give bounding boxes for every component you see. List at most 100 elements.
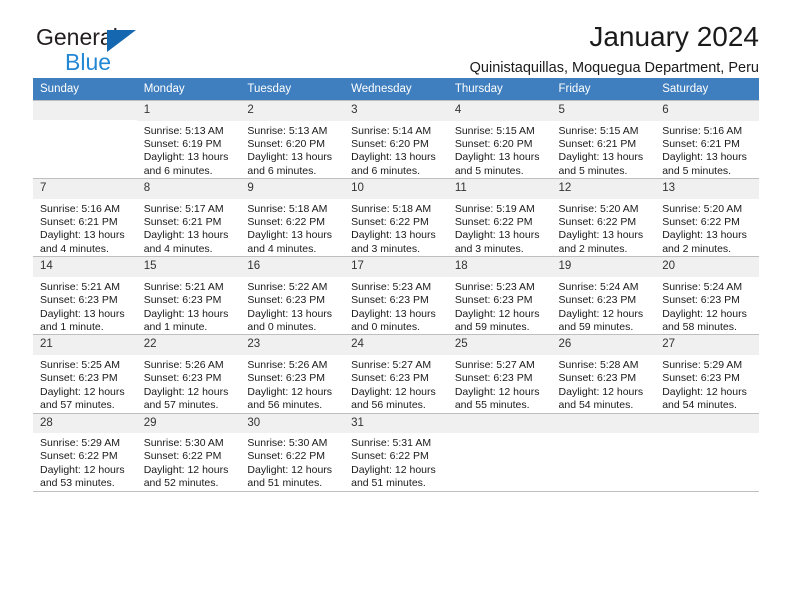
day-sun-info: Sunrise: 5:29 AM Sunset: 6:23 PM Daylight:…: [655, 355, 759, 413]
calendar-day-cell-inner: 11 Sunrise: 5:19 AM Sunset: 6:22 PM Dayligh…: [447, 179, 552, 256]
day-number: 19: [551, 257, 656, 277]
day-number: [447, 413, 552, 433]
calendar-day-cell-inner: 18 Sunrise: 5:23 AM Sunset: 6:23 PM Dayligh…: [447, 257, 552, 335]
calendar-day-cell[interactable]: 10 Sunrise: 5:18 AM Sunset: 6:22 PM Dayligh…: [344, 178, 448, 258]
sunrise-text: Sunrise: 5:29 AM: [662, 358, 743, 371]
calendar-day-cell[interactable]: 18 Sunrise: 5:23 AM Sunset: 6:23 PM Dayligh…: [447, 256, 552, 336]
daylight-text: Daylight: 12 hours and 52 minutes.: [143, 463, 229, 490]
sunrise-text: Sunrise: 5:16 AM: [40, 202, 120, 215]
day-sun-info: Sunrise: 5:27 AM Sunset: 6:23 PM Daylight:…: [344, 355, 448, 413]
calendar-day-cell[interactable]: 6 Sunrise: 5:16 AM Sunset: 6:21 PM Daylight…: [655, 99, 759, 180]
daylight-text: Daylight: 13 hours and 0 minutes.: [351, 307, 436, 333]
daylight-text: Daylight: 12 hours and 59 minutes.: [454, 307, 540, 333]
day-sun-info: Sunrise: 5:25 AM Sunset: 6:23 PM Daylight:…: [33, 355, 137, 413]
calendar-day-cell[interactable]: 15 Sunrise: 5:21 AM Sunset: 6:23 PM Dayligh…: [136, 256, 241, 336]
calendar-day-cell[interactable]: 20 Sunrise: 5:24 AM Sunset: 6:23 PM Dayligh…: [655, 256, 759, 336]
calendar-day-cell-inner: [447, 413, 552, 433]
calendar-day-cell[interactable]: 14 Sunrise: 5:21 AM Sunset: 6:23 PM Dayligh…: [33, 256, 137, 336]
calendar-day-cell[interactable]: 17 Sunrise: 5:23 AM Sunset: 6:23 PM Dayligh…: [344, 256, 448, 336]
calendar-day-cell[interactable]: 22 Sunrise: 5:26 AM Sunset: 6:23 PM Dayligh…: [136, 334, 241, 414]
day-number: 29: [136, 413, 241, 433]
sunrise-text: Sunrise: 5:22 AM: [247, 280, 328, 293]
calendar-day-cell[interactable]: 31 Sunrise: 5:31 AM Sunset: 6:22 PM Dayligh…: [344, 412, 448, 492]
calendar-day-cell[interactable]: 19 Sunrise: 5:24 AM Sunset: 6:23 PM Dayligh…: [551, 256, 656, 336]
day-sun-info: Sunrise: 5:29 AM Sunset: 6:22 PM Daylight:…: [33, 433, 137, 491]
calendar-day-cell[interactable]: 9 Sunrise: 5:18 AM Sunset: 6:22 PM Daylight…: [240, 178, 345, 258]
daylight-text: Daylight: 12 hours and 51 minutes.: [351, 463, 436, 490]
daylight-text: Daylight: 12 hours and 59 minutes.: [558, 307, 644, 333]
sunset-text: Sunset: 6:23 PM: [247, 372, 326, 385]
calendar-day-cell-inner: 10 Sunrise: 5:18 AM Sunset: 6:22 PM Dayligh…: [344, 179, 448, 256]
calendar-day-cell[interactable]: 12 Sunrise: 5:20 AM Sunset: 6:22 PM Dayligh…: [551, 178, 656, 258]
general-blue-logo[interactable]: General Blue: [36, 26, 136, 74]
calendar-day-cell-inner: 2 Sunrise: 5:13 AM Sunset: 6:20 PM Daylight…: [240, 101, 345, 179]
day-sun-info: Sunrise: 5:15 AM Sunset: 6:20 PM Daylight:…: [448, 121, 552, 179]
day-number: 14: [33, 257, 137, 277]
daylight-text: Daylight: 12 hours and 56 minutes.: [247, 385, 333, 412]
calendar-day-cell[interactable]: 7 Sunrise: 5:16 AM Sunset: 6:21 PM Daylight…: [33, 178, 137, 258]
sunset-text: Sunset: 6:23 PM: [143, 294, 222, 307]
calendar-day-cell-inner: 19 Sunrise: 5:24 AM Sunset: 6:23 PM Dayligh…: [551, 257, 656, 334]
calendar-day-cell[interactable]: 16 Sunrise: 5:22 AM Sunset: 6:23 PM Dayligh…: [240, 256, 345, 336]
title-block: January 2024 Quinistaquillas, Moquegua D…: [470, 22, 759, 77]
calendar-day-cell[interactable]: 24 Sunrise: 5:27 AM Sunset: 6:23 PM Dayligh…: [344, 334, 448, 414]
sunrise-text: Sunrise: 5:27 AM: [454, 358, 535, 371]
calendar-day-cell[interactable]: 8 Sunrise: 5:17 AM Sunset: 6:21 PM Daylight…: [136, 178, 241, 258]
calendar-day-cell[interactable]: 27 Sunrise: 5:29 AM Sunset: 6:23 PM Dayligh…: [655, 334, 759, 414]
day-number: [655, 413, 759, 433]
calendar-day-cell-inner: 23 Sunrise: 5:26 AM Sunset: 6:23 PM Dayligh…: [240, 335, 345, 412]
sunset-text: Sunset: 6:23 PM: [40, 294, 118, 307]
day-sun-info: Sunrise: 5:15 AM Sunset: 6:21 PM Daylight:…: [552, 121, 656, 179]
daylight-text: Daylight: 12 hours and 54 minutes.: [558, 385, 644, 412]
calendar-day-cell-inner: 29 Sunrise: 5:30 AM Sunset: 6:22 PM Dayligh…: [136, 413, 241, 491]
daylight-text: Daylight: 12 hours and 58 minutes.: [662, 307, 747, 333]
day-sun-info: Sunrise: 5:31 AM Sunset: 6:22 PM Daylight:…: [344, 433, 448, 491]
weekday-header-monday: Monday: [136, 78, 241, 101]
calendar-day-cell[interactable]: 4 Sunrise: 5:15 AM Sunset: 6:20 PM Daylight…: [447, 99, 552, 180]
daylight-text: Daylight: 12 hours and 56 minutes.: [351, 385, 436, 412]
calendar-day-cell[interactable]: 1 Sunrise: 5:13 AM Sunset: 6:19 PM Daylight…: [136, 99, 241, 180]
day-number: 17: [344, 257, 448, 277]
calendar-day-cell-inner: 21 Sunrise: 5:25 AM Sunset: 6:23 PM Dayligh…: [33, 335, 137, 412]
day-number: 10: [344, 179, 448, 199]
calendar-day-cell-inner: 15 Sunrise: 5:21 AM Sunset: 6:23 PM Dayligh…: [136, 257, 241, 334]
daylight-text: Daylight: 13 hours and 5 minutes.: [558, 151, 644, 177]
day-number: 6: [655, 101, 759, 121]
calendar-day-cell[interactable]: 26 Sunrise: 5:28 AM Sunset: 6:23 PM Dayligh…: [551, 334, 656, 414]
sunset-text: Sunset: 6:23 PM: [351, 372, 429, 385]
calendar-day-cell-inner: 5 Sunrise: 5:15 AM Sunset: 6:21 PM Daylight…: [551, 101, 656, 179]
calendar-day-cell[interactable]: 28 Sunrise: 5:29 AM Sunset: 6:22 PM Dayligh…: [33, 412, 137, 492]
calendar-day-cell-inner: [551, 413, 656, 433]
calendar-day-cell[interactable]: 25 Sunrise: 5:27 AM Sunset: 6:23 PM Dayligh…: [447, 334, 552, 414]
daylight-text: Daylight: 12 hours and 54 minutes.: [662, 385, 747, 412]
sunrise-text: Sunrise: 5:19 AM: [454, 202, 535, 215]
calendar-day-cell[interactable]: 3 Sunrise: 5:14 AM Sunset: 6:20 PM Daylight…: [344, 99, 448, 180]
daylight-text: Daylight: 13 hours and 6 minutes.: [247, 151, 333, 177]
calendar-day-cell[interactable]: 5 Sunrise: 5:15 AM Sunset: 6:21 PM Daylight…: [551, 99, 656, 180]
sunrise-text: Sunrise: 5:24 AM: [662, 280, 743, 293]
calendar-day-cell-inner: 25 Sunrise: 5:27 AM Sunset: 6:23 PM Dayligh…: [447, 335, 552, 412]
calendar-day-cell[interactable]: 2 Sunrise: 5:13 AM Sunset: 6:20 PM Daylight…: [240, 99, 345, 180]
day-number: 13: [655, 179, 759, 199]
calendar-day-cell[interactable]: 29 Sunrise: 5:30 AM Sunset: 6:22 PM Dayligh…: [136, 412, 241, 492]
calendar-day-cell[interactable]: 13 Sunrise: 5:20 AM Sunset: 6:22 PM Dayligh…: [655, 178, 759, 258]
day-sun-info: Sunrise: 5:24 AM Sunset: 6:23 PM Daylight:…: [655, 277, 759, 335]
day-sun-info: Sunrise: 5:13 AM Sunset: 6:20 PM Daylight:…: [240, 121, 344, 179]
calendar-day-cell[interactable]: 21 Sunrise: 5:25 AM Sunset: 6:23 PM Dayligh…: [33, 334, 137, 414]
sunrise-text: Sunrise: 5:18 AM: [247, 202, 328, 215]
daylight-text: Daylight: 12 hours and 55 minutes.: [454, 385, 540, 412]
daylight-text: Daylight: 13 hours and 2 minutes.: [558, 229, 644, 255]
day-sun-info: Sunrise: 5:18 AM Sunset: 6:22 PM Daylight:…: [240, 199, 344, 257]
weekday-header-friday: Friday: [551, 78, 656, 101]
sunset-text: Sunset: 6:23 PM: [247, 294, 326, 307]
sunset-text: Sunset: 6:22 PM: [40, 450, 118, 463]
calendar-day-cell[interactable]: 11 Sunrise: 5:19 AM Sunset: 6:22 PM Dayligh…: [447, 178, 552, 258]
calendar-day-cell-inner: 1 Sunrise: 5:13 AM Sunset: 6:19 PM Daylight…: [136, 101, 241, 178]
calendar-day-cell[interactable]: 23 Sunrise: 5:26 AM Sunset: 6:23 PM Dayligh…: [240, 334, 345, 414]
calendar-day-cell-inner: 28 Sunrise: 5:29 AM Sunset: 6:22 PM Dayligh…: [33, 413, 137, 491]
calendar-page: General Blue January 2024 Quinistaquilla…: [0, 0, 792, 612]
day-sun-info: Sunrise: 5:23 AM Sunset: 6:23 PM Daylight:…: [448, 277, 552, 335]
calendar-day-cell[interactable]: 30 Sunrise: 5:30 AM Sunset: 6:22 PM Dayligh…: [240, 412, 345, 492]
calendar-day-cell-empty: [33, 99, 137, 180]
day-number: 2: [240, 101, 345, 121]
